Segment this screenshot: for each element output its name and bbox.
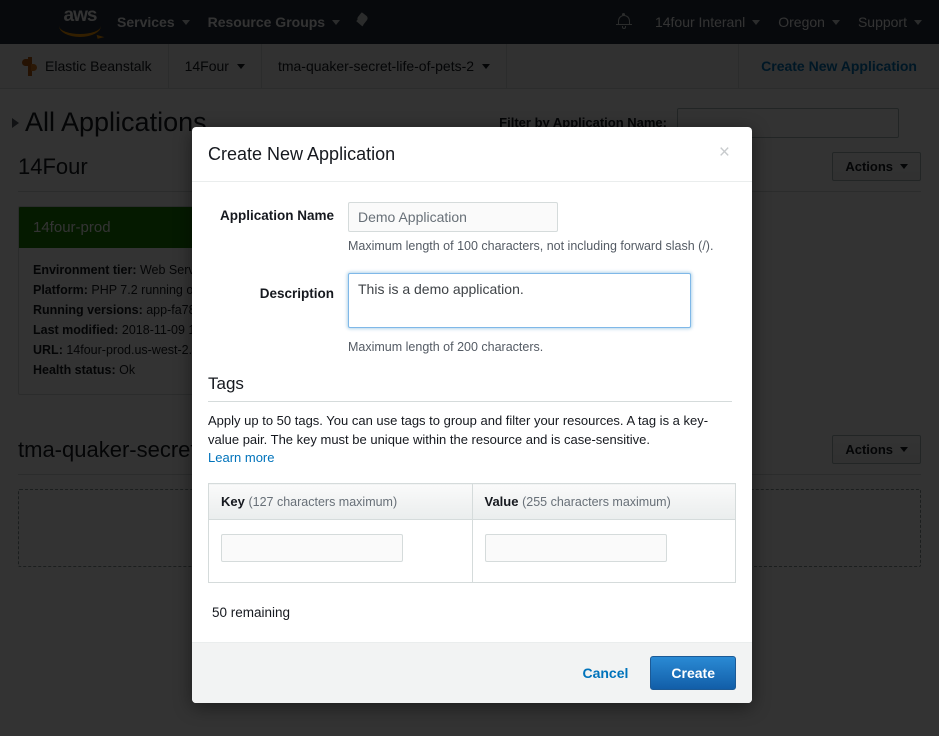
tags-table: Key (127 characters maximum) Value (255 … <box>208 483 736 583</box>
tags-key-header-label: Key <box>221 494 245 509</box>
tags-description: Apply up to 50 tags. You can use tags to… <box>208 413 709 447</box>
tags-table-body <box>208 519 736 583</box>
description-row: Description Maximum length of 200 charac… <box>208 273 732 368</box>
application-name-help: Maximum length of 100 characters, not in… <box>348 239 714 253</box>
tags-value-cell <box>472 520 736 583</box>
tags-table-header-row: Key (127 characters maximum) Value (255 … <box>208 483 736 520</box>
tags-learn-more-link[interactable]: Learn more <box>208 450 274 465</box>
application-name-input[interactable] <box>348 202 558 232</box>
close-icon[interactable]: × <box>713 143 732 166</box>
modal-footer: Cancel Create <box>192 642 752 703</box>
application-name-field-wrap: Maximum length of 100 characters, not in… <box>348 202 732 271</box>
create-button[interactable]: Create <box>650 656 736 690</box>
modal-body: Application Name Maximum length of 100 c… <box>192 182 752 642</box>
description-label: Description <box>259 286 334 301</box>
cancel-button[interactable]: Cancel <box>578 659 632 687</box>
tags-key-cell <box>208 519 473 583</box>
tags-value-header: Value (255 characters maximum) <box>472 483 736 520</box>
description-field-wrap: Maximum length of 200 characters. <box>348 273 732 368</box>
tags-heading: Tags <box>208 374 732 402</box>
tags-value-header-label: Value <box>484 494 519 509</box>
modal-header: Create New Application × <box>192 127 752 182</box>
tags-value-header-hint: (255 characters maximum) <box>522 495 671 509</box>
application-name-label: Application Name <box>219 208 334 223</box>
description-textarea[interactable] <box>348 273 691 328</box>
tags-table-head: Key (127 characters maximum) Value (255 … <box>208 483 736 520</box>
tags-remaining-count: 50 remaining <box>212 605 291 620</box>
application-name-row: Application Name Maximum length of 100 c… <box>208 202 732 271</box>
tags-key-header-hint: (127 characters maximum) <box>248 495 398 509</box>
tag-value-input[interactable] <box>484 534 667 562</box>
tags-key-header: Key (127 characters maximum) <box>208 483 473 520</box>
description-help: Maximum length of 200 characters. <box>348 340 544 354</box>
learn-more-wrap: Learn more <box>208 449 732 467</box>
table-row <box>208 519 736 583</box>
modal-title: Create New Application <box>208 144 396 164</box>
tag-key-input[interactable] <box>221 534 403 562</box>
create-new-application-modal: Create New Application × Application Nam… <box>192 127 752 703</box>
